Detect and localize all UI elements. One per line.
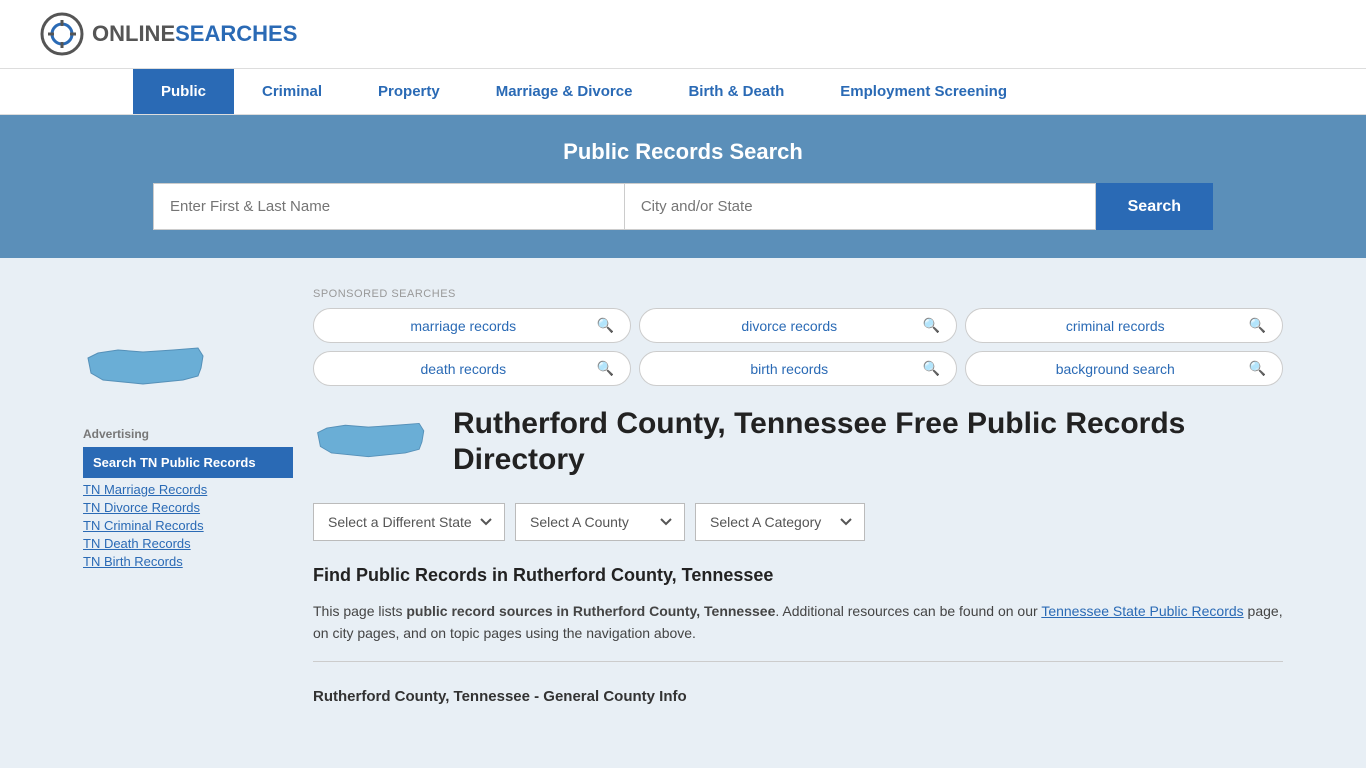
sidebar-link-criminal[interactable]: TN Criminal Records (83, 518, 293, 533)
search-icon-2: 🔍 (923, 317, 940, 334)
sponsored-section: SPONSORED SEARCHES marriage records 🔍 di… (313, 278, 1283, 386)
category-dropdown[interactable]: Select A Category (695, 503, 865, 541)
search-banner-title: Public Records Search (40, 139, 1326, 165)
page-hero: Rutherford County, Tennessee Free Public… (313, 406, 1283, 479)
main-nav: Public Criminal Property Marriage & Divo… (0, 69, 1366, 115)
content-area: SPONSORED SEARCHES marriage records 🔍 di… (313, 278, 1283, 711)
search-icon-1: 🔍 (597, 317, 614, 334)
search-form: Search (153, 183, 1213, 230)
county-dropdown[interactable]: Select A County (515, 503, 685, 541)
description-text: This page lists public record sources in… (313, 600, 1283, 645)
state-shape-icon (313, 414, 433, 479)
sidebar-link-death[interactable]: TN Death Records (83, 536, 293, 551)
sidebar-link-birth[interactable]: TN Birth Records (83, 554, 293, 569)
site-header: ONLINESEARCHES (0, 0, 1366, 69)
search-icon-3: 🔍 (1249, 317, 1266, 334)
name-input[interactable] (153, 183, 624, 230)
page-title: Rutherford County, Tennessee Free Public… (453, 406, 1283, 478)
nav-item-employment[interactable]: Employment Screening (812, 69, 1035, 114)
state-dropdown[interactable]: Select a Different State (313, 503, 505, 541)
sponsored-item-divorce[interactable]: divorce records 🔍 (639, 308, 957, 343)
sidebar-link-divorce[interactable]: TN Divorce Records (83, 500, 293, 515)
logo-icon (40, 12, 84, 56)
find-records-title: Find Public Records in Rutherford County… (313, 565, 1283, 586)
sidebar: Advertising Search TN Public Records TN … (83, 278, 293, 711)
nav-item-birth-death[interactable]: Birth & Death (660, 69, 812, 114)
sponsored-grid: marriage records 🔍 divorce records 🔍 cri… (313, 308, 1283, 386)
nav-item-criminal[interactable]: Criminal (234, 69, 350, 114)
search-icon-5: 🔍 (923, 360, 940, 377)
main-wrapper: Advertising Search TN Public Records TN … (63, 258, 1303, 751)
logo-searches-text: SEARCHES (175, 21, 297, 46)
sidebar-link-marriage[interactable]: TN Marriage Records (83, 482, 293, 497)
search-button[interactable]: Search (1096, 183, 1213, 230)
nav-item-public[interactable]: Public (133, 69, 234, 114)
search-icon-4: 🔍 (597, 360, 614, 377)
sidebar-ad-highlight[interactable]: Search TN Public Records (83, 447, 293, 478)
search-banner: Public Records Search Search (0, 115, 1366, 258)
sponsored-item-birth[interactable]: birth records 🔍 (639, 351, 957, 386)
tennessee-map-icon (83, 338, 213, 408)
sponsored-label: SPONSORED SEARCHES (313, 288, 1283, 300)
county-info-title: Rutherford County, Tennessee - General C… (313, 678, 1283, 711)
nav-item-property[interactable]: Property (350, 69, 468, 114)
sponsored-item-criminal[interactable]: criminal records 🔍 (965, 308, 1283, 343)
dropdowns-row: Select a Different State Select A County… (313, 503, 1283, 541)
sponsored-item-death[interactable]: death records 🔍 (313, 351, 631, 386)
tn-public-records-link[interactable]: Tennessee State Public Records (1041, 603, 1243, 619)
search-icon-6: 🔍 (1249, 360, 1266, 377)
find-records-section: Find Public Records in Rutherford County… (313, 565, 1283, 711)
state-map (83, 338, 293, 411)
sidebar-ad-label: Advertising (83, 427, 293, 441)
nav-item-marriage-divorce[interactable]: Marriage & Divorce (468, 69, 661, 114)
logo[interactable]: ONLINESEARCHES (40, 12, 297, 56)
location-input[interactable] (624, 183, 1096, 230)
sponsored-item-marriage[interactable]: marriage records 🔍 (313, 308, 631, 343)
section-divider (313, 661, 1283, 662)
logo-online-text: ONLINE (92, 21, 175, 46)
sponsored-item-background[interactable]: background search 🔍 (965, 351, 1283, 386)
